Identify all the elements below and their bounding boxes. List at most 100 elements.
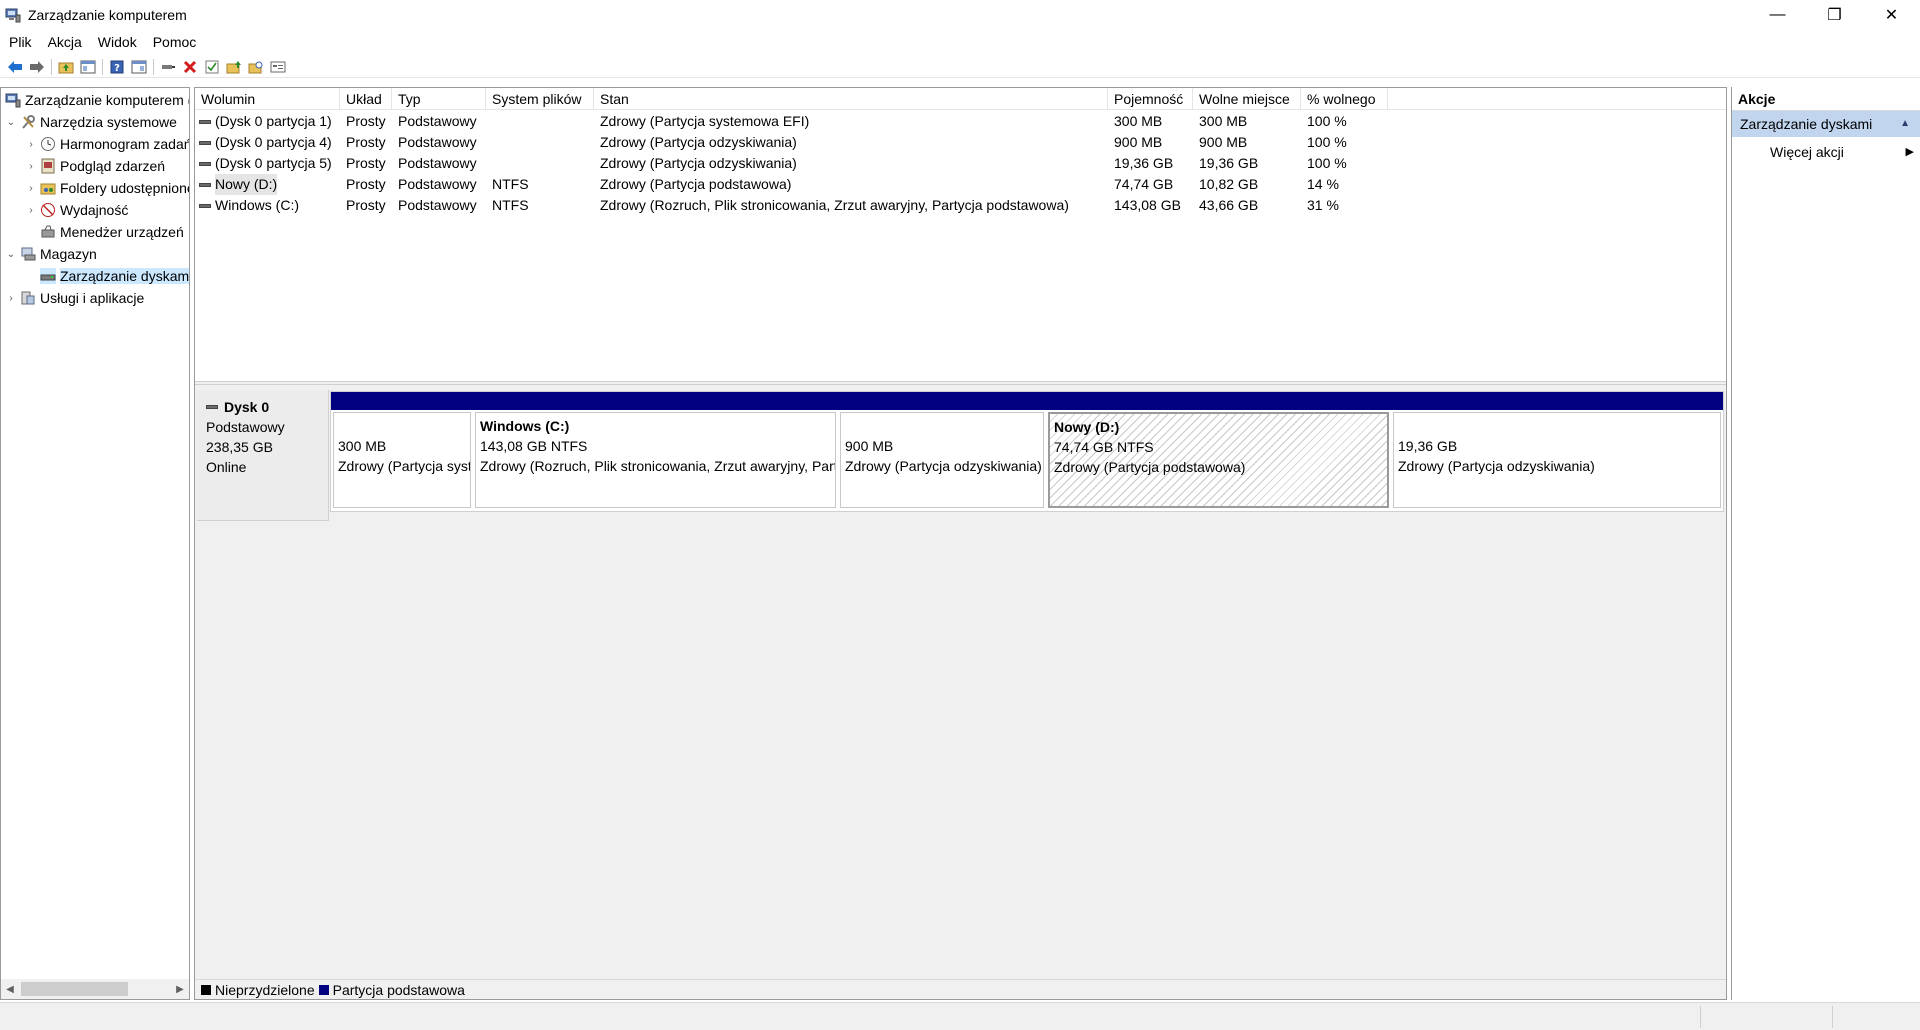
minimize-button[interactable]: — — [1749, 0, 1806, 30]
show-hide-tree-button[interactable] — [77, 57, 99, 77]
disk-0-label[interactable]: Dysk 0 Podstawowy 238,35 GB Online — [197, 390, 329, 521]
partition-efi[interactable]: 300 MB Zdrowy (Partycja systemowa EFI) — [331, 392, 473, 511]
partition-state: Zdrowy (Partycja odzyskiwania) — [1398, 458, 1595, 474]
folder-up-button[interactable] — [223, 57, 245, 77]
collapse-icon[interactable]: ▲ — [1900, 111, 1910, 137]
cell-status: Zdrowy (Partycja systemowa EFI) — [600, 113, 810, 129]
restore-button[interactable]: ❐ — [1806, 0, 1863, 30]
show-hide-tree-icon — [80, 60, 96, 73]
menu-widok[interactable]: Widok — [89, 32, 144, 52]
partition-bar — [838, 392, 1046, 410]
status-segment — [1700, 1006, 1701, 1028]
column-header-capacity[interactable]: Pojemność — [1108, 88, 1193, 110]
chevron-down-icon[interactable]: ⌄ — [5, 117, 17, 128]
svg-text:?: ? — [114, 63, 120, 74]
column-header-percent-free[interactable]: % wolnego — [1301, 88, 1388, 110]
properties-button[interactable] — [128, 57, 150, 77]
cell-percent-free: 100 % — [1307, 134, 1347, 150]
window-title: Zarządzanie komputerem — [28, 7, 187, 23]
menu-bar: Plik Akcja Widok Pomoc — [0, 32, 203, 52]
table-row[interactable]: Nowy (D:) Prosty Podstawowy NTFS Zdrowy … — [195, 174, 1726, 195]
tree-horizontal-scrollbar[interactable]: ◀ ▶ — [1, 979, 189, 999]
column-header-type[interactable]: Typ — [392, 88, 486, 110]
chevron-right-icon[interactable]: › — [5, 293, 17, 304]
forward-button[interactable] — [26, 57, 48, 77]
close-button[interactable]: ✕ — [1863, 0, 1920, 30]
actions-group-disk-management[interactable]: Zarządzanie dyskami ▲ — [1732, 111, 1920, 137]
scroll-left-icon[interactable]: ◀ — [1, 979, 19, 999]
tree-item-storage[interactable]: ⌄ Magazyn — [5, 243, 97, 265]
partition-recovery-2[interactable]: 19,36 GB Zdrowy (Partycja odzyskiwania) — [1391, 392, 1723, 511]
tools-icon — [20, 114, 36, 130]
chevron-right-icon[interactable]: › — [25, 161, 37, 172]
column-header-free-space[interactable]: Wolne miejsce — [1193, 88, 1301, 110]
column-header-status[interactable]: Stan — [594, 88, 1108, 110]
table-row[interactable]: (Dysk 0 partycja 1) Prosty Podstawowy Zd… — [195, 111, 1726, 132]
tree-item-event-viewer[interactable]: › Podgląd zdarzeń — [25, 155, 165, 177]
table-row[interactable]: Windows (C:) Prosty Podstawowy NTFS Zdro… — [195, 195, 1726, 216]
up-folder-button[interactable] — [55, 57, 77, 77]
back-button[interactable] — [4, 57, 26, 77]
partition-recovery-1[interactable]: 900 MB Zdrowy (Partycja odzyskiwania) — [838, 392, 1046, 511]
partition-body: 19,36 GB Zdrowy (Partycja odzyskiwania) — [1393, 412, 1721, 508]
help-button[interactable]: ? — [106, 57, 128, 77]
tree-item-label: Zarządzanie komputerem (lokalne) — [25, 92, 189, 108]
cell-status: Zdrowy (Partycja odzyskiwania) — [600, 134, 797, 150]
console-button[interactable] — [267, 57, 289, 77]
scroll-thumb[interactable] — [21, 982, 128, 996]
legend-label: Partycja podstawowa — [332, 981, 465, 998]
tree-item-device-manager[interactable]: Menedżer urządzeń — [25, 221, 184, 243]
delete-icon — [183, 60, 197, 73]
disk-icon — [199, 119, 211, 124]
back-icon — [8, 60, 22, 73]
forward-icon — [30, 60, 44, 73]
cell-type: Podstawowy — [398, 113, 477, 129]
folder-up-icon — [226, 60, 241, 73]
menu-plik[interactable]: Plik — [0, 32, 39, 52]
tree-item-shared-folders[interactable]: › Foldery udostępnione — [25, 177, 189, 199]
folder-search-button[interactable] — [245, 57, 267, 77]
disk-name: Dysk 0 — [206, 397, 328, 417]
tree-item-task-scheduler[interactable]: › Harmonogram zadań — [25, 133, 189, 155]
disk-name-text: Dysk 0 — [224, 399, 270, 415]
delete-button[interactable] — [179, 57, 201, 77]
restore-icon: ❐ — [1827, 7, 1842, 24]
partition-windows-c[interactable]: Windows (C:) 143,08 GB NTFS Zdrowy (Rozr… — [473, 392, 838, 511]
tree-item-computer-management[interactable]: Zarządzanie komputerem (lokalne) — [5, 89, 189, 111]
status-segment — [1832, 1006, 1833, 1028]
tree-item-services-applications[interactable]: › Usługi i aplikacje — [5, 287, 144, 309]
cell-volume: (Dysk 0 partycja 4) — [195, 132, 340, 153]
cell-layout: Prosty — [346, 155, 386, 171]
chevron-right-icon[interactable]: › — [25, 183, 37, 194]
menu-akcja[interactable]: Akcja — [39, 32, 89, 52]
volume-name: Windows (C:) — [215, 197, 300, 213]
action-more-actions[interactable]: Więcej akcji ▶ — [1732, 137, 1920, 167]
connect-button[interactable] — [157, 57, 179, 77]
chevron-down-icon[interactable]: ⌄ — [5, 249, 17, 260]
partition-name — [845, 416, 1039, 436]
partition-state: Zdrowy (Partycja odzyskiwania) — [845, 458, 1042, 474]
cell-free-space: 43,66 GB — [1199, 197, 1259, 213]
column-header-layout[interactable]: Układ — [340, 88, 392, 110]
table-row[interactable]: (Dysk 0 partycja 4) Prosty Podstawowy Zd… — [195, 132, 1726, 153]
partition-state: Zdrowy (Rozruch, Plik stronicowania, Zrz… — [480, 458, 836, 474]
tree-item-disk-management[interactable]: Zarządzanie dyskami — [25, 265, 189, 287]
tree-item-performance[interactable]: › Wydajność — [25, 199, 128, 221]
tree-item-system-tools[interactable]: ⌄ Narzędzia systemowe — [5, 111, 177, 133]
legend: Nieprzydzielone Partycja podstawowa — [195, 979, 1726, 999]
clock-icon — [40, 136, 56, 152]
check-icon — [205, 60, 219, 73]
check-button[interactable] — [201, 57, 223, 77]
scroll-right-icon[interactable]: ▶ — [171, 979, 189, 999]
partition-nowy-d[interactable]: Nowy (D:) 74,74 GB NTFS Zdrowy (Partycja… — [1046, 392, 1391, 511]
column-header-file-system[interactable]: System plików — [486, 88, 594, 110]
column-header-volume[interactable]: Wolumin — [195, 88, 340, 110]
partition-size: 74,74 GB NTFS — [1054, 439, 1154, 455]
menu-pomoc[interactable]: Pomoc — [144, 32, 204, 52]
chevron-right-icon[interactable]: › — [25, 205, 37, 216]
cell-layout: Prosty — [346, 113, 386, 129]
chevron-right-icon[interactable]: › — [25, 139, 37, 150]
cell-percent-free: 31 % — [1307, 197, 1339, 213]
table-row[interactable]: (Dysk 0 partycja 5) Prosty Podstawowy Zd… — [195, 153, 1726, 174]
properties-icon — [131, 60, 147, 73]
